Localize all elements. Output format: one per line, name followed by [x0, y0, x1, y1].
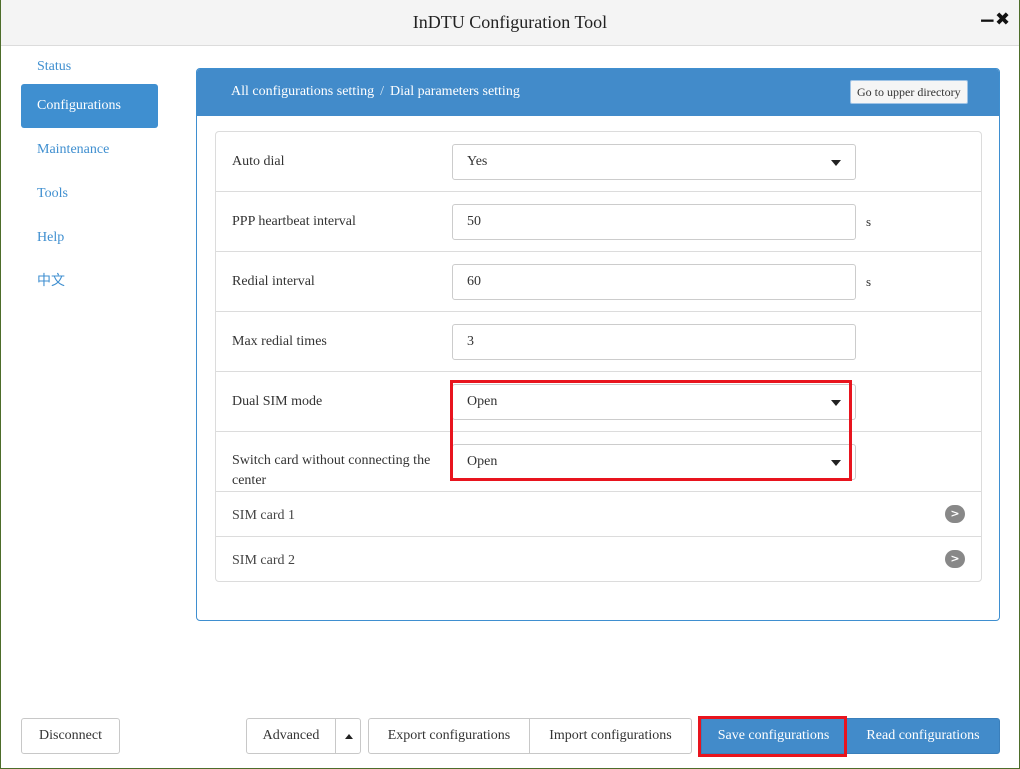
setting-row-redial-interval: Redial interval 60 s	[216, 252, 981, 312]
read-configurations-button[interactable]: Read configurations	[846, 718, 1000, 754]
caret-up-icon[interactable]	[335, 718, 361, 754]
window-title: InDTU Configuration Tool	[412, 12, 608, 32]
import-configurations-button[interactable]: Import configurations	[529, 718, 692, 754]
sidebar: Status Configurations Maintenance Tools …	[21, 56, 161, 304]
breadcrumb: All configurations setting / Dial paramete…	[231, 84, 520, 100]
breadcrumb-current: Dial parameters setting	[389, 84, 520, 99]
setting-label: Switch card without connecting the cente…	[232, 453, 431, 488]
setting-label: Max redial times	[232, 334, 327, 349]
setting-label: Dual SIM mode	[232, 394, 323, 409]
breadcrumb-separator: /	[380, 84, 384, 99]
sim-card-1-row[interactable]: SIM card 1 >	[216, 492, 981, 537]
go-to-upper-directory-button[interactable]: Go to upper directory	[850, 80, 968, 104]
setting-row-auto-dial: Auto dial Yes	[216, 132, 981, 192]
setting-row-max-redial: Max redial times 3	[216, 312, 981, 372]
sim-card-label: SIM card 2	[232, 553, 295, 568]
unit-label: s	[866, 214, 872, 229]
breadcrumb-parent[interactable]: All configurations setting	[231, 84, 374, 99]
sim-card-label: SIM card 1	[232, 508, 295, 523]
setting-label: PPP heartbeat interval	[232, 214, 356, 229]
sidebar-item-maintenance[interactable]: Maintenance	[21, 128, 161, 172]
minimize-icon[interactable]: −	[979, 8, 996, 32]
settings-list: Auto dial Yes PPP heartbeat interval 50 …	[215, 131, 982, 582]
dial-parameters-panel: All configurations setting / Dial paramete…	[196, 68, 1000, 621]
chevron-right-icon[interactable]: >	[945, 505, 965, 523]
unit-label: s	[866, 274, 872, 289]
setting-label: Redial interval	[232, 274, 315, 289]
setting-row-ppp-heartbeat: PPP heartbeat interval 50 s	[216, 192, 981, 252]
save-configurations-button[interactable]: Save configurations	[701, 718, 846, 754]
ppp-heartbeat-input[interactable]: 50	[452, 204, 856, 240]
sim-card-2-row[interactable]: SIM card 2 >	[216, 537, 981, 582]
sidebar-item-status[interactable]: Status	[21, 56, 161, 84]
setting-row-switch-card: Switch card without connecting the cente…	[216, 432, 981, 492]
app-window: InDTU Configuration Tool − ✖ Status Conf…	[0, 0, 1020, 769]
sidebar-item-language[interactable]: 中文	[21, 260, 161, 304]
export-configurations-button[interactable]: Export configurations	[368, 718, 530, 754]
sidebar-item-help[interactable]: Help	[21, 216, 161, 260]
switch-card-select[interactable]: Open	[452, 444, 856, 480]
sidebar-item-tools[interactable]: Tools	[21, 172, 161, 216]
title-bar: InDTU Configuration Tool − ✖	[1, 0, 1019, 46]
disconnect-button[interactable]: Disconnect	[21, 718, 120, 754]
max-redial-times-input[interactable]: 3	[452, 324, 856, 360]
auto-dial-select[interactable]: Yes	[452, 144, 856, 180]
setting-row-dual-sim: Dual SIM mode Open	[216, 372, 981, 432]
setting-label: Auto dial	[232, 154, 285, 169]
dual-sim-mode-select[interactable]: Open	[452, 384, 856, 420]
advanced-button[interactable]: Advanced	[246, 718, 336, 754]
redial-interval-input[interactable]: 60	[452, 264, 856, 300]
panel-header: All configurations setting / Dial paramete…	[197, 69, 999, 116]
close-icon[interactable]: ✖	[995, 9, 1010, 30]
sidebar-item-configurations[interactable]: Configurations	[21, 84, 158, 128]
chevron-right-icon[interactable]: >	[945, 550, 965, 568]
